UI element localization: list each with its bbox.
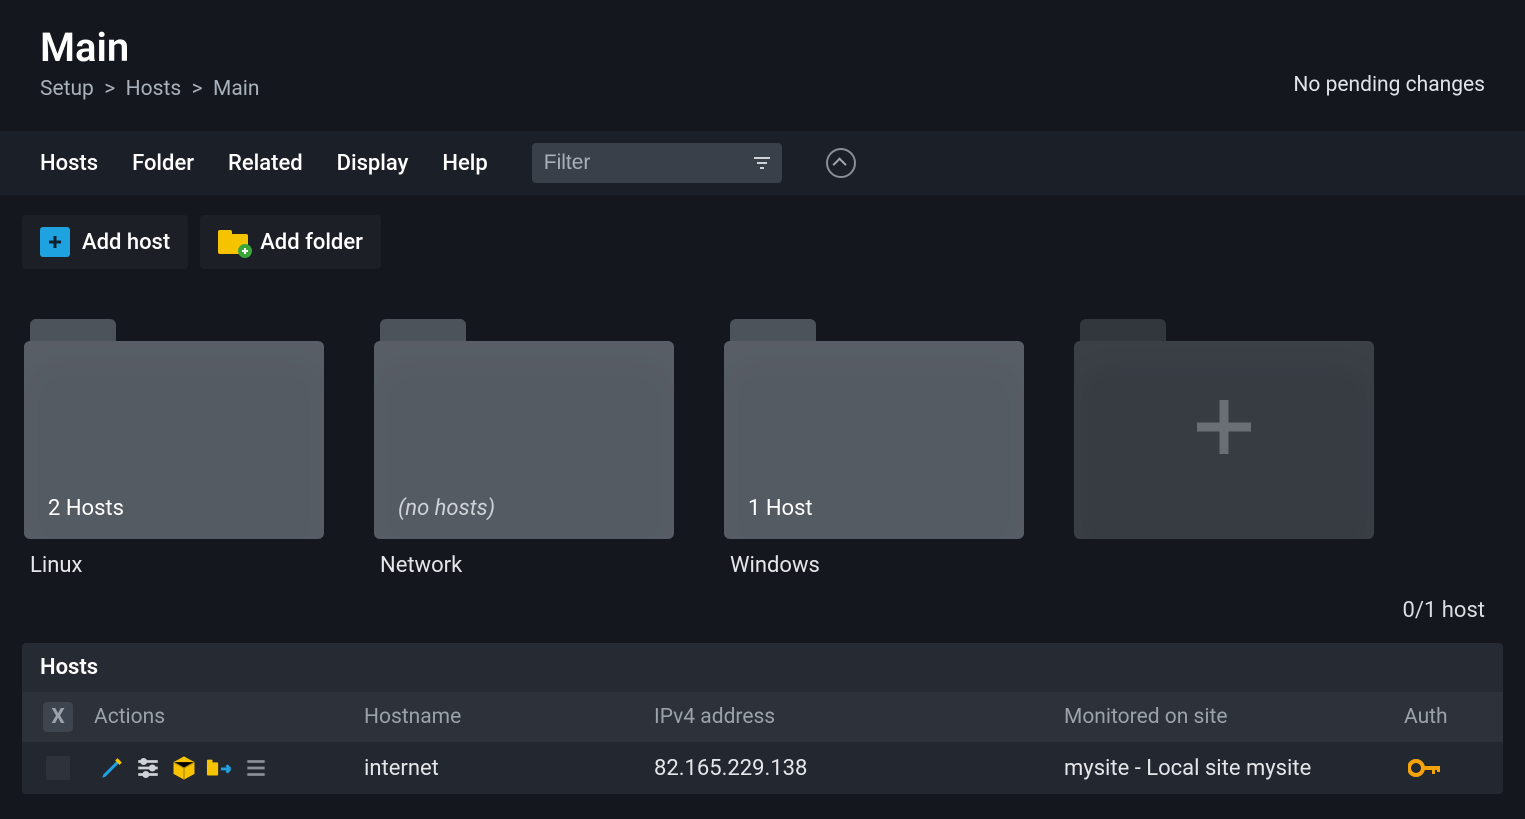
- menu-help[interactable]: Help: [442, 151, 487, 176]
- menu-folder[interactable]: Folder: [132, 151, 194, 176]
- folder-plus-icon: [218, 230, 248, 254]
- menu-display[interactable]: Display: [337, 151, 409, 176]
- folder-count: 2 Hosts: [48, 496, 124, 521]
- th-monitored[interactable]: Monitored on site: [1064, 705, 1404, 729]
- plus-icon: [1189, 392, 1259, 466]
- breadcrumb-item[interactable]: Main: [213, 77, 259, 101]
- folder-count: (no hosts): [398, 496, 495, 521]
- table-header: X Actions Hostname IPv4 address Monitore…: [22, 692, 1503, 742]
- pending-changes-indicator[interactable]: No pending changes: [1293, 73, 1485, 97]
- move-icon[interactable]: [206, 754, 234, 782]
- folders-row: 2 Hosts Linux (no hosts) Network 1 Host …: [0, 289, 1525, 578]
- edit-icon[interactable]: [98, 754, 126, 782]
- filter-icon[interactable]: [754, 157, 770, 169]
- properties-icon[interactable]: [134, 754, 162, 782]
- folder-new[interactable]: [1074, 319, 1374, 578]
- cell-monitored: mysite - Local site mysite: [1064, 756, 1404, 781]
- th-ipv4[interactable]: IPv4 address: [654, 705, 1064, 729]
- th-actions: Actions: [94, 705, 364, 729]
- page-title: Main: [40, 24, 259, 71]
- folder-label: Windows: [724, 553, 1024, 578]
- folder-linux[interactable]: 2 Hosts Linux: [24, 319, 324, 578]
- table-row: internet 82.165.229.138 mysite - Local s…: [22, 742, 1503, 794]
- add-host-label: Add host: [82, 230, 170, 255]
- folder-label: Network: [374, 553, 674, 578]
- menu-bar: Hosts Folder Related Display Help: [0, 131, 1525, 195]
- chevron-up-icon: [832, 157, 846, 171]
- breadcrumb: Setup > Hosts > Main: [40, 77, 259, 101]
- collapse-button[interactable]: [826, 148, 856, 178]
- folder-network[interactable]: (no hosts) Network: [374, 319, 674, 578]
- add-folder-button[interactable]: Add folder: [200, 215, 381, 269]
- auth-key-icon[interactable]: [1404, 758, 1503, 778]
- menu-hosts[interactable]: Hosts: [40, 151, 98, 176]
- th-auth[interactable]: Auth: [1404, 705, 1503, 729]
- list-icon[interactable]: [242, 754, 270, 782]
- filter-box: [532, 143, 782, 183]
- plus-icon: [40, 227, 70, 257]
- row-checkbox[interactable]: [46, 756, 70, 780]
- folder-count: 1 Host: [748, 496, 813, 521]
- add-folder-label: Add folder: [260, 230, 363, 255]
- host-count: 0/1 host: [0, 578, 1525, 633]
- menu-related[interactable]: Related: [228, 151, 303, 176]
- cell-hostname[interactable]: internet: [364, 756, 654, 781]
- filter-input[interactable]: [544, 151, 754, 175]
- th-hostname[interactable]: Hostname: [364, 705, 654, 729]
- select-all-toggle[interactable]: X: [43, 702, 73, 732]
- breadcrumb-item[interactable]: Setup: [40, 77, 94, 101]
- table-title: Hosts: [22, 643, 1503, 692]
- folder-windows[interactable]: 1 Host Windows: [724, 319, 1024, 578]
- action-bar: Add host Add folder: [0, 195, 1525, 289]
- cell-ipv4: 82.165.229.138: [654, 756, 1064, 781]
- hosts-table: Hosts X Actions Hostname IPv4 address Mo…: [22, 643, 1503, 794]
- add-host-button[interactable]: Add host: [22, 215, 188, 269]
- folder-label: Linux: [24, 553, 324, 578]
- breadcrumb-item[interactable]: Hosts: [126, 77, 182, 101]
- cube-icon[interactable]: [170, 754, 198, 782]
